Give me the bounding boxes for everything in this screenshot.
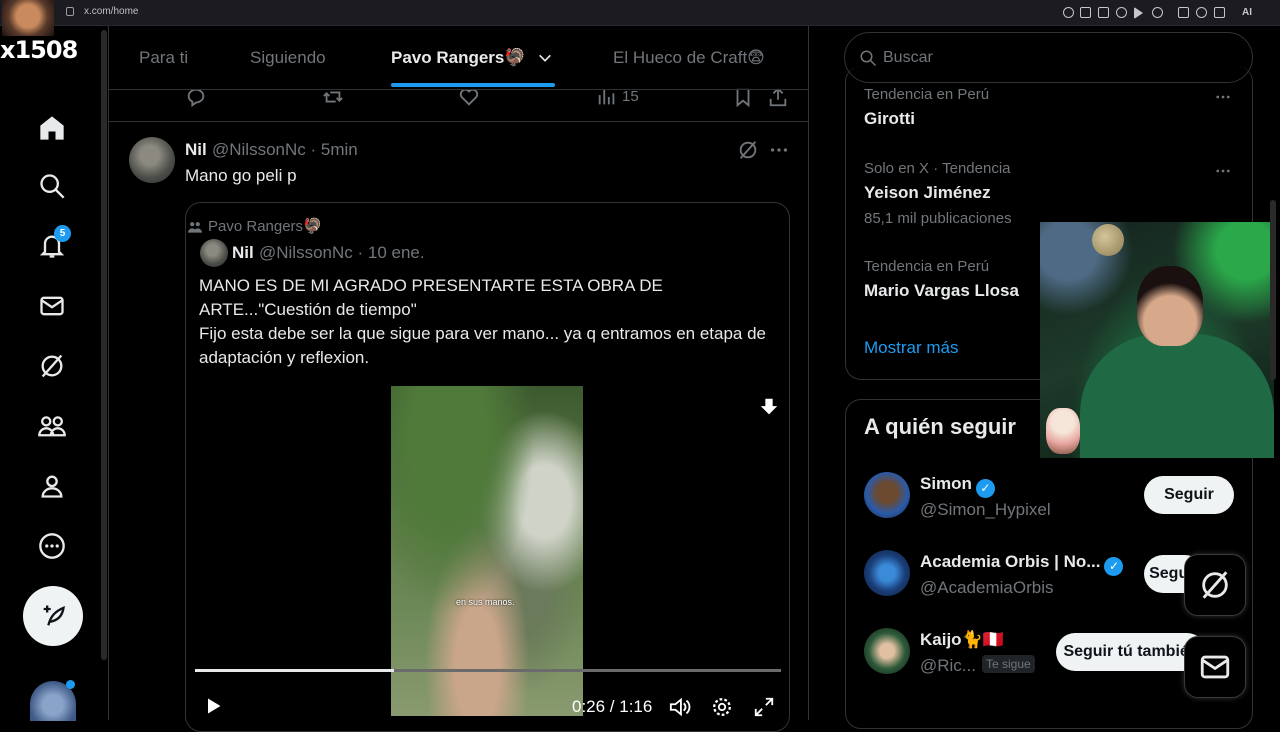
video-time: 0:26 / 1:16: [572, 697, 653, 716]
download-icon[interactable]: [1214, 7, 1225, 18]
community-label[interactable]: Pavo Rangers🦃: [208, 217, 322, 235]
divider: [808, 26, 809, 720]
community-icon: [188, 222, 202, 233]
heart-icon[interactable]: [1152, 7, 1163, 18]
tab-el-hueco-de-craft[interactable]: El Hueco de Craft😨: [613, 48, 765, 68]
streamer-body: [1080, 334, 1274, 458]
tweet-text: Mano go peli p: [185, 166, 297, 185]
download-arrow-icon[interactable]: [758, 396, 780, 418]
who-to-follow-title: A quién seguir: [864, 414, 1016, 439]
follow-button[interactable]: Seguir: [1144, 476, 1234, 514]
follow-user-handle[interactable]: @AcademiaOrbis: [920, 578, 1053, 598]
search-placeholder: Buscar: [883, 49, 933, 66]
active-tab-indicator: [391, 83, 555, 87]
video-progress-fill: [195, 669, 395, 672]
extension-icon[interactable]: [1178, 7, 1189, 18]
quote-text: MANO ES DE MI AGRADO PRESENTARTE ESTA OB…: [199, 276, 767, 367]
tweet-author-handle[interactable]: @NilssonNc · 5min: [212, 140, 358, 160]
bookmark-icon[interactable]: [1080, 7, 1091, 18]
video-player[interactable]: en sus manos.: [391, 386, 583, 716]
streamer-head: [1137, 266, 1203, 346]
quote-author-handle[interactable]: @NilssonNc · 10 ene.: [259, 243, 425, 263]
media-play-icon[interactable]: [1134, 7, 1143, 19]
account-status-dot: [66, 680, 75, 689]
search-icon[interactable]: [36, 170, 68, 202]
play-icon[interactable]: [203, 696, 223, 716]
trend-post-count: 85,1 mil publicaciones: [864, 210, 1012, 227]
grok-icon: [1202, 571, 1228, 599]
grok-icon[interactable]: [737, 139, 759, 161]
shield-icon[interactable]: [1116, 7, 1127, 18]
profile-icon[interactable]: [36, 470, 68, 502]
timeline-tabs: Para ti Siguiendo Pavo Rangers🦃 El Hueco…: [109, 26, 808, 90]
scrollbar[interactable]: [101, 30, 107, 660]
avatar[interactable]: [864, 472, 910, 518]
follow-user-handle[interactable]: @Ric...: [920, 656, 976, 676]
home-icon[interactable]: [36, 112, 68, 144]
avatar[interactable]: [864, 628, 910, 674]
follows-you-badge: Te sigue: [982, 655, 1035, 673]
stream-overlay-tag: x1508: [0, 36, 78, 64]
views-count: 15: [622, 88, 639, 105]
decor-planet: [1092, 224, 1124, 256]
more-icon[interactable]: [1214, 88, 1232, 106]
account-icon[interactable]: [1196, 7, 1207, 18]
divider: [108, 26, 109, 720]
grok-icon[interactable]: [36, 350, 68, 382]
avatar[interactable]: [129, 137, 175, 183]
trend-meta: Solo en X · Tendencia: [864, 160, 1011, 177]
trend-meta: Tendencia en Perú: [864, 86, 990, 103]
chevron-down-icon[interactable]: [537, 50, 553, 66]
trend-title[interactable]: Mario Vargas Llosa: [864, 281, 1019, 301]
quote-author-name[interactable]: Nil: [232, 243, 254, 263]
trend-title[interactable]: Girotti: [864, 109, 915, 129]
sparkle-icon[interactable]: [1230, 7, 1241, 18]
address-bar[interactable]: x.com/home: [84, 6, 138, 17]
tab-siguiendo[interactable]: Siguiendo: [250, 48, 326, 68]
tab-pavo-rangers[interactable]: Pavo Rangers🦃: [391, 48, 526, 68]
notifications-badge: 5: [54, 225, 71, 242]
avatar[interactable]: [200, 239, 228, 267]
reader-icon[interactable]: [1098, 7, 1109, 18]
browser-toolbar: x.com/home AI: [0, 0, 1280, 26]
follow-user-name[interactable]: Kaijo🐈🇵🇪: [920, 630, 1004, 650]
feather-plus-icon: [43, 605, 65, 626]
show-more-link[interactable]: Mostrar más: [864, 338, 958, 358]
ai-label[interactable]: AI: [1242, 7, 1252, 18]
fullscreen-icon[interactable]: [753, 696, 775, 718]
scrollbar[interactable]: [1270, 200, 1276, 380]
streamer-avatar: [2, 0, 54, 36]
communities-icon[interactable]: [36, 410, 68, 442]
grok-floating-button[interactable]: [1184, 554, 1246, 616]
mail-icon: [1200, 655, 1230, 679]
tweet-author-name[interactable]: Nil: [185, 140, 207, 160]
follow-user-name[interactable]: Academia Orbis | No... ✓: [920, 552, 1124, 576]
avatar[interactable]: [864, 550, 910, 596]
verified-badge-icon: ✓: [1104, 557, 1124, 576]
gear-icon[interactable]: [711, 696, 733, 718]
volume-icon[interactable]: [668, 696, 692, 718]
compose-post-button[interactable]: [23, 586, 83, 646]
video-subtitle: en sus manos.: [456, 597, 515, 607]
cartoon-sticker: [1046, 408, 1080, 454]
search-icon: [860, 50, 877, 67]
zoom-icon[interactable]: [1063, 7, 1074, 18]
more-options-icon[interactable]: [36, 530, 68, 562]
more-icon[interactable]: [768, 139, 790, 161]
follow-user-handle[interactable]: @Simon_Hypixel: [920, 500, 1051, 520]
quoted-post[interactable]: Pavo Rangers🦃 Nil @NilssonNc · 10 ene. M…: [185, 202, 790, 732]
tab-para-ti[interactable]: Para ti: [139, 48, 188, 68]
divider: [109, 121, 808, 122]
trend-title[interactable]: Yeison Jiménez: [864, 183, 991, 203]
messages-floating-button[interactable]: [1184, 636, 1246, 698]
verified-badge-icon: ✓: [975, 479, 995, 498]
follow-user-name[interactable]: Simon ✓: [920, 474, 995, 498]
lock-icon: [66, 7, 74, 16]
more-icon[interactable]: [1214, 162, 1232, 180]
mail-icon[interactable]: [36, 290, 68, 322]
trend-meta: Tendencia en Perú: [864, 258, 990, 275]
